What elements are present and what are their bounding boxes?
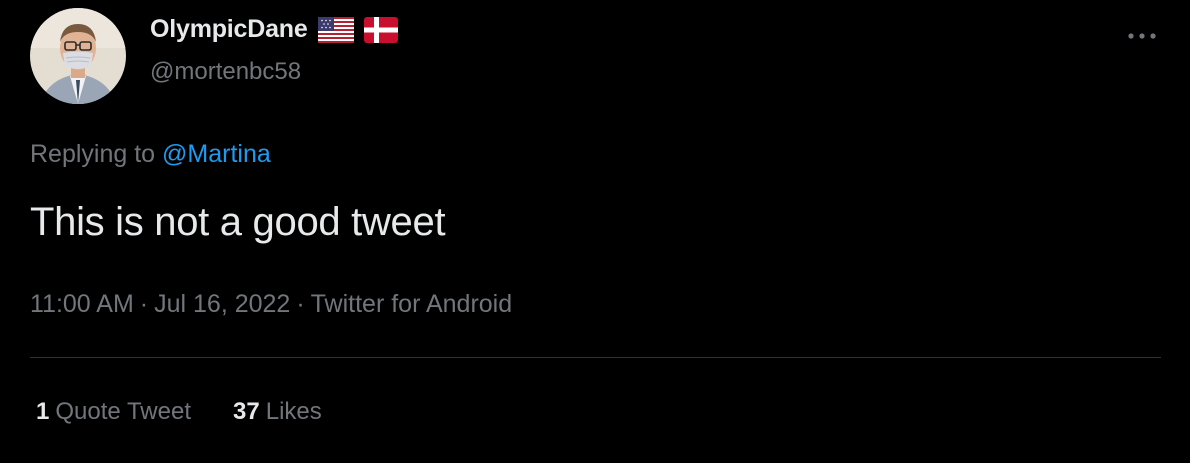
more-options-button[interactable] [1124, 18, 1160, 54]
avatar-image [30, 8, 126, 104]
meta-separator: · [139, 290, 149, 318]
author-display-name[interactable]: OlympicDane [150, 15, 308, 44]
tweet-date[interactable]: Jul 16, 2022 [154, 290, 290, 318]
likes-label: Likes [265, 398, 322, 425]
more-horizontal-icon [1128, 33, 1156, 39]
likes-count: 37 [233, 398, 260, 425]
quote-tweets-label: Quote Tweet [55, 398, 192, 425]
tweet-time[interactable]: 11:00 AM [30, 290, 134, 318]
denmark-flag-icon [363, 16, 398, 43]
meta-separator: · [296, 290, 305, 318]
tweet-source[interactable]: Twitter for Android [311, 290, 512, 318]
avatar[interactable] [30, 8, 126, 104]
reply-context: Replying to @Martina [30, 140, 271, 169]
us-flag-icon [317, 16, 354, 43]
quote-tweets-stat[interactable]: 1 Quote Tweet [36, 398, 191, 426]
likes-stat[interactable]: 37 Likes [233, 398, 322, 426]
author-handle[interactable]: @mortenbc58 [150, 58, 301, 86]
author-name-row: OlympicDane [150, 15, 398, 44]
tweet-stats: 1 Quote Tweet 37 Likes [36, 398, 322, 426]
quote-tweets-count: 1 [36, 398, 50, 425]
tweet-text: This is not a good tweet [30, 200, 446, 244]
divider [30, 357, 1161, 358]
reply-mention-link[interactable]: @Martina [162, 140, 271, 168]
reply-context-prefix: Replying to [30, 140, 156, 168]
tweet-metadata: 11:00 AM · Jul 16, 2022 · Twitter for Androi… [30, 290, 512, 319]
